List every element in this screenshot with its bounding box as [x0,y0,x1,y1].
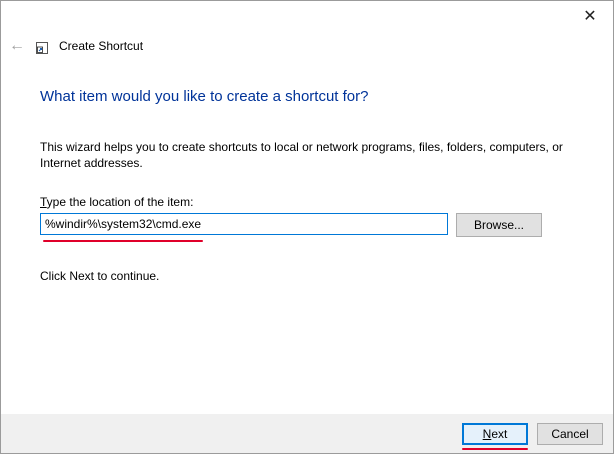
wizard-page: ✕ ← Create Shortcut What item would you … [1,1,613,414]
location-label-text: ype the location of the item: [46,195,194,209]
location-input[interactable] [40,213,448,235]
close-icon: ✕ [583,8,597,25]
location-field-label: Type the location of the item: [40,195,193,209]
close-button[interactable]: ✕ [567,1,613,31]
window-title: Create Shortcut [59,39,144,53]
back-arrow-icon[interactable]: ← [9,37,27,55]
next-button[interactable]: Next [462,423,528,445]
location-highlight-underline [43,240,203,242]
continue-instruction: Click Next to continue. [40,269,160,283]
cancel-button[interactable]: Cancel [537,423,603,445]
next-label-rest: ext [491,427,508,441]
create-shortcut-window: ✕ ← Create Shortcut What item would you … [0,0,614,454]
wizard-description: This wizard helps you to create shortcut… [40,140,563,170]
wizard-heading: What item would you like to create a sho… [40,88,369,105]
next-highlight-underline [462,448,528,450]
shortcut-app-icon [36,41,48,54]
browse-button[interactable]: Browse... [456,213,542,237]
location-label-accelerator: T [40,195,47,209]
